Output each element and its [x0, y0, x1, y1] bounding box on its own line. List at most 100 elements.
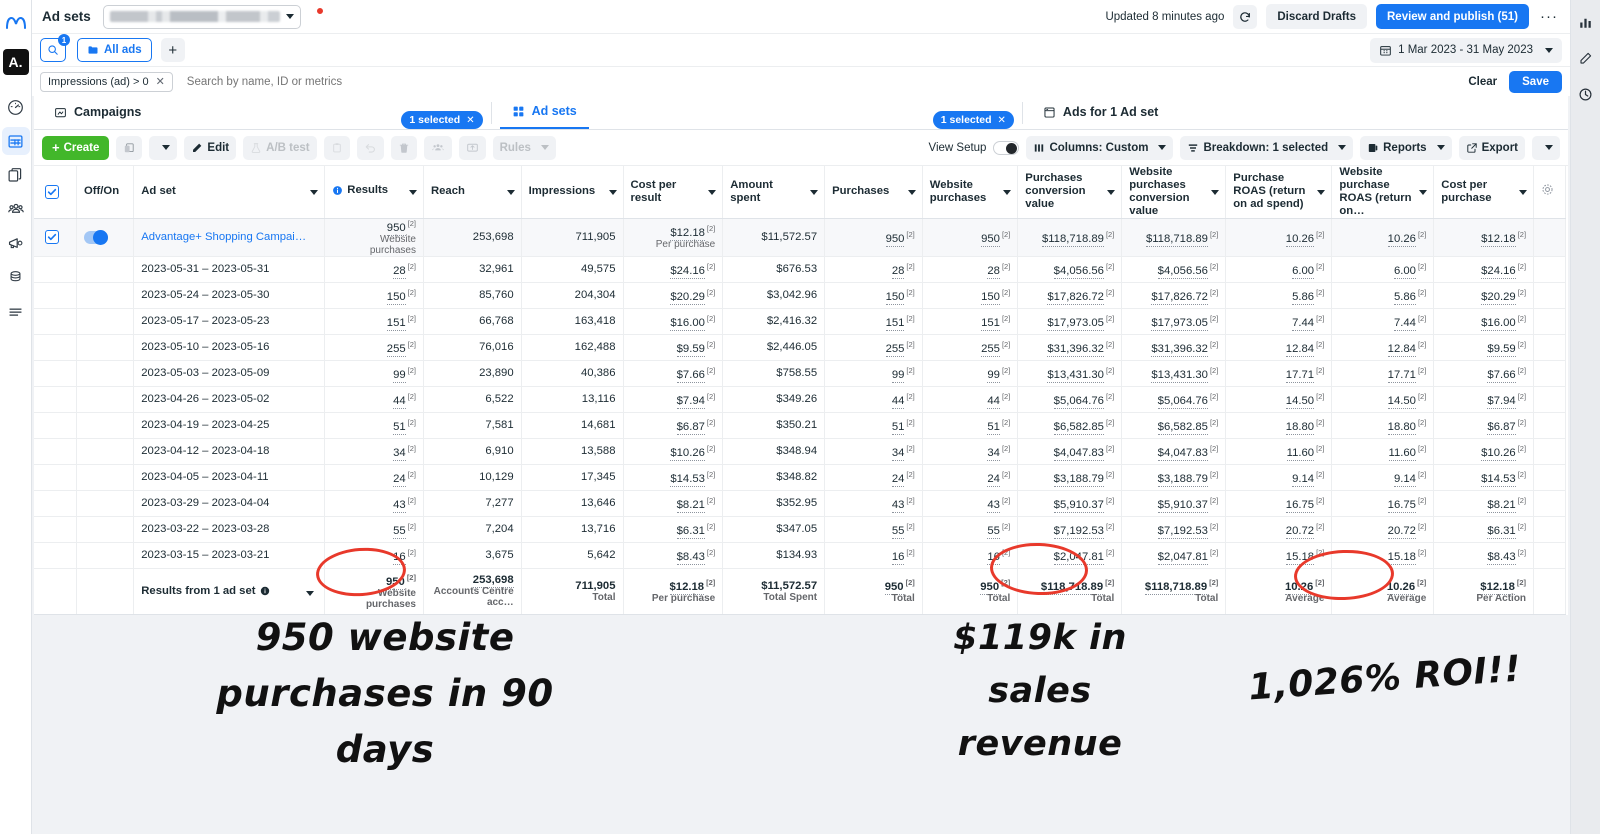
chevron-down-icon[interactable]	[1419, 189, 1428, 195]
chevron-down-icon[interactable]	[1519, 189, 1528, 195]
create-button[interactable]: + Create	[42, 135, 110, 160]
row-name-cell[interactable]: 2023-04-12 – 2023-04-18	[133, 438, 326, 465]
pages-icon[interactable]	[2, 161, 30, 189]
chevron-down-icon[interactable]	[1107, 189, 1116, 195]
row-status-toggle-cell[interactable]	[76, 542, 135, 569]
undo-button[interactable]	[356, 135, 384, 160]
col-impressions[interactable]: Impressions	[521, 166, 624, 219]
row-name-cell[interactable]: 2023-05-10 – 2023-05-16	[133, 334, 326, 361]
row-status-toggle-cell[interactable]	[76, 438, 135, 465]
row-select-cell[interactable]	[34, 542, 77, 569]
row-select-cell[interactable]	[34, 218, 77, 257]
account-avatar[interactable]: A.	[2, 49, 29, 75]
row-name-cell[interactable]: 2023-04-19 – 2023-04-25	[133, 412, 326, 439]
refresh-icon[interactable]	[1233, 4, 1258, 29]
ad-set-link[interactable]: Advantage+ Shopping Campaign 202…	[141, 231, 309, 243]
row-status-toggle-cell[interactable]	[76, 516, 135, 543]
row-name-cell[interactable]: 2023-03-15 – 2023-03-21	[133, 542, 326, 569]
view-setup-toggle[interactable]	[993, 140, 1020, 155]
table-row[interactable]: 2023-05-24 – 2023-05-30 150 [2] 85,760 204,3…	[34, 282, 1566, 309]
table-icon[interactable]	[1, 127, 30, 155]
ab-test-button[interactable]: A/B test	[243, 135, 317, 160]
col-website-purchases-conversion-value[interactable]: Website purchases conversion value	[1121, 166, 1227, 219]
clear-filters-button[interactable]: Clear	[1468, 76, 1509, 88]
more-options-icon[interactable]: ···	[1538, 8, 1560, 25]
row-select-cell[interactable]	[34, 490, 77, 517]
row-name-cell[interactable]: 2023-03-22 – 2023-03-28	[133, 516, 326, 543]
table-row[interactable]: 2023-04-12 – 2023-04-18 34 [2] 6,910 13,588 $…	[34, 438, 1566, 465]
tab-ads[interactable]: Ads for 1 Ad set	[1031, 95, 1170, 129]
table-row[interactable]: 2023-03-29 – 2023-04-04 43 [2] 7,277 13,646 $…	[34, 490, 1566, 517]
edit-button[interactable]: Edit	[184, 135, 237, 160]
delete-button[interactable]	[390, 135, 417, 160]
column-settings-header[interactable]	[1533, 166, 1566, 219]
row-status-toggle-cell[interactable]	[76, 490, 135, 517]
campaigns-selected-pill[interactable]: 1 selected ✕	[401, 111, 483, 129]
duplicate-button[interactable]	[116, 135, 143, 160]
chevron-down-icon[interactable]	[506, 189, 515, 195]
filter-chip-impressions[interactable]: Impressions (ad) > 0 ✕	[40, 71, 173, 92]
row-select-cell[interactable]	[34, 334, 77, 361]
col-results[interactable]: Results	[324, 166, 424, 219]
row-select-cell[interactable]	[34, 386, 77, 413]
row-status-toggle-cell[interactable]	[76, 218, 135, 257]
gauge-icon[interactable]	[2, 93, 30, 121]
row-select-cell[interactable]	[34, 412, 77, 439]
row-status-toggle-cell[interactable]	[76, 360, 135, 387]
export-dropdown[interactable]	[1532, 135, 1560, 160]
table-row[interactable]: 2023-05-03 – 2023-05-09 99 [2] 23,890 40,386…	[34, 360, 1566, 387]
col-adset[interactable]: Ad set	[133, 166, 326, 219]
table-row[interactable]: 2023-05-31 – 2023-05-31 28 [2] 32,961 49,575…	[34, 256, 1566, 283]
export-rows-button[interactable]	[458, 135, 486, 160]
row-select-cell[interactable]	[34, 464, 77, 491]
chevron-down-icon[interactable]	[1003, 189, 1012, 195]
tab-adsets[interactable]: Ad sets	[499, 95, 589, 129]
megaphone-icon[interactable]	[2, 229, 30, 257]
close-icon[interactable]: ✕	[466, 115, 474, 126]
rules-button[interactable]: Rules	[492, 135, 556, 160]
col-cost-per-purchase[interactable]: Cost per purchase	[1433, 166, 1535, 219]
add-view-button[interactable]: +	[160, 38, 185, 62]
table-row[interactable]: 2023-04-19 – 2023-04-25 51 [2] 7,581 14,681 $…	[34, 412, 1566, 439]
tab-campaigns[interactable]: Campaigns	[42, 95, 153, 129]
row-status-toggle-cell[interactable]	[76, 386, 135, 413]
col-cost-per-result[interactable]: Cost per result	[623, 166, 724, 219]
chevron-down-icon[interactable]	[608, 189, 617, 195]
table-row[interactable]: 2023-04-05 – 2023-04-11 24 [2] 10,129 17,345…	[34, 464, 1566, 491]
chevron-down-icon[interactable]	[310, 189, 319, 195]
reports-button[interactable]: Reports	[1360, 135, 1452, 160]
row-status-toggle-cell[interactable]	[76, 412, 135, 439]
row-select-cell[interactable]	[34, 308, 77, 335]
table-row[interactable]: Advantage+ Shopping Campaign 202…950[2]W…	[34, 218, 1566, 257]
breakdown-button[interactable]: Breakdown: 1 selected	[1180, 135, 1354, 160]
discard-drafts-button[interactable]: Discard Drafts	[1266, 4, 1367, 29]
history-panel-icon[interactable]	[1572, 80, 1600, 108]
row-select-cell[interactable]	[34, 516, 77, 543]
col-amount-spent[interactable]: Amount spent	[722, 166, 826, 219]
row-status-toggle-cell[interactable]	[76, 308, 135, 335]
chart-panel-icon[interactable]	[1572, 8, 1600, 36]
row-status-toggle-cell[interactable]	[76, 334, 135, 361]
edit-panel-icon[interactable]	[1572, 44, 1600, 72]
chevron-down-icon[interactable]	[810, 189, 819, 195]
row-name-cell[interactable]: 2023-05-17 – 2023-05-23	[133, 308, 326, 335]
row-select-cell[interactable]	[34, 438, 77, 465]
date-range-picker[interactable]: 1 Mar 2023 - 31 May 2023	[1370, 37, 1562, 63]
select-all-checkbox[interactable]	[45, 184, 59, 199]
col-reach[interactable]: Reach	[423, 166, 522, 219]
row-name-cell[interactable]: 2023-05-24 – 2023-05-30	[133, 282, 326, 309]
audiences-icon[interactable]	[2, 195, 30, 223]
row-status-toggle-cell[interactable]	[76, 256, 135, 283]
billing-icon[interactable]	[2, 263, 30, 291]
close-icon[interactable]: ✕	[998, 115, 1006, 126]
row-select-cell[interactable]	[34, 282, 77, 309]
close-icon[interactable]: ✕	[156, 75, 165, 88]
col-purchase-roas[interactable]: Purchase ROAS (return on ad spend)	[1225, 166, 1333, 219]
clipboard-button[interactable]	[323, 135, 350, 160]
row-name-cell[interactable]: 2023-03-29 – 2023-04-04	[133, 490, 326, 517]
row-status-toggle-cell[interactable]	[76, 282, 135, 309]
account-selector[interactable]	[102, 4, 301, 29]
select-all-header[interactable]	[34, 166, 77, 219]
more-menu-icon[interactable]	[2, 297, 30, 325]
row-name-cell[interactable]: 2023-05-03 – 2023-05-09	[133, 360, 326, 387]
